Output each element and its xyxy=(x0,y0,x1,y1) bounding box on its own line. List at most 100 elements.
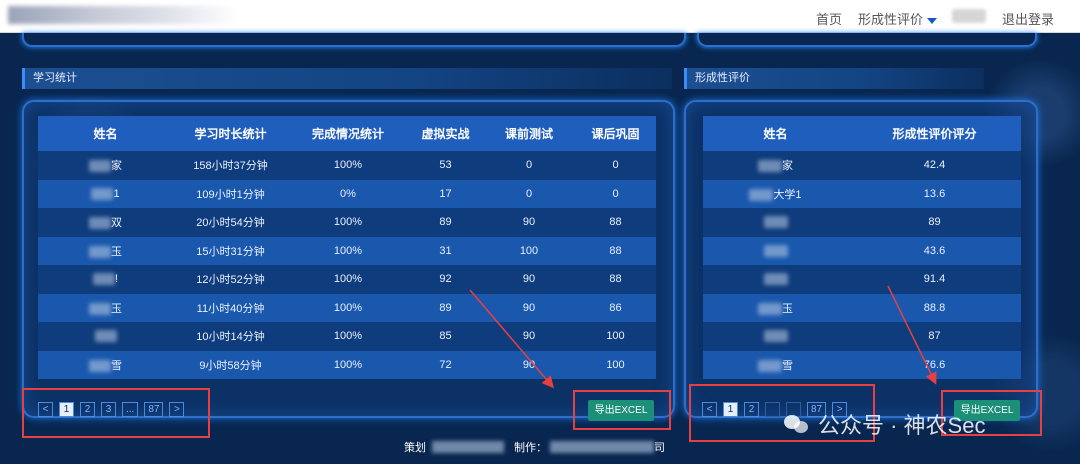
caret-down-icon xyxy=(927,17,938,24)
redacted-name xyxy=(89,302,111,315)
footer-planner-redacted xyxy=(432,441,504,453)
cell-name: 家 xyxy=(38,151,173,180)
col-header-name: 姓名 xyxy=(38,116,173,151)
cell-post: 0 xyxy=(575,151,656,180)
cell-duration: 15小时31分钟 xyxy=(173,236,288,265)
cell-pretest: 90 xyxy=(483,350,575,379)
redacted-name xyxy=(758,160,782,173)
cell-post: 88 xyxy=(575,236,656,265)
cell-name: 雪 xyxy=(38,350,173,379)
redacted-name xyxy=(89,217,111,230)
redacted-name xyxy=(89,245,111,258)
table-row: 10小时14分钟 100% 85 90 100 xyxy=(38,322,656,351)
watermark-text: 公众号 · 神农Sec xyxy=(818,413,986,438)
redacted-name xyxy=(94,330,117,343)
cell-virtual: 17 xyxy=(408,179,483,208)
table-row: 雪 9小时58分钟 100% 72 90 100 xyxy=(38,350,656,379)
table-row: 91.4 xyxy=(703,265,1021,294)
cell-post: 100 xyxy=(575,322,656,351)
section-title-formative-eval: 形成性评价 xyxy=(684,68,984,89)
nav-home-link[interactable]: 首页 xyxy=(816,9,842,28)
redacted-name xyxy=(763,330,788,343)
wechat-icon xyxy=(784,413,810,435)
cell-virtual: 89 xyxy=(408,208,483,237)
table-row: ! 12小时52分钟 100% 92 90 88 xyxy=(38,265,656,294)
cell-name xyxy=(703,208,848,237)
cell-name xyxy=(703,322,848,351)
cell-pretest: 0 xyxy=(483,179,575,208)
cell-name: 1 xyxy=(38,179,173,208)
table-row: 家 42.4 xyxy=(703,151,1021,180)
name-suffix: 雪 xyxy=(111,359,122,372)
cell-completion: 100% xyxy=(288,350,408,379)
footer-maker-label: 制作： xyxy=(514,442,547,454)
footer-maker-redacted xyxy=(550,441,654,453)
table-row: 玉 88.8 xyxy=(703,293,1021,322)
redacted-name xyxy=(89,359,111,372)
cell-duration: 158小时37分钟 xyxy=(173,151,288,180)
name-suffix: 玉 xyxy=(111,245,122,258)
table-row: 1 109小时1分钟 0% 17 0 0 xyxy=(38,179,656,208)
cell-score: 43.6 xyxy=(848,236,1021,265)
cell-name: ! xyxy=(38,265,173,294)
col-header-virtual: 虚拟实战 xyxy=(408,116,483,151)
cell-completion: 100% xyxy=(288,265,408,294)
cell-duration: 9小时58分钟 xyxy=(173,350,288,379)
cell-duration: 10小时14分钟 xyxy=(173,322,288,351)
table-row: 43.6 xyxy=(703,236,1021,265)
cell-completion: 100% xyxy=(288,208,408,237)
cell-duration: 20小时54分钟 xyxy=(173,208,288,237)
site-title-redacted xyxy=(8,6,238,24)
cell-virtual: 85 xyxy=(408,322,483,351)
table-row: 玉 11小时40分钟 100% 89 90 86 xyxy=(38,293,656,322)
name-suffix: 大学1 xyxy=(773,188,802,201)
study-stats-table: 姓名 学习时长统计 完成情况统计 虚拟实战 课前测试 课后巩固 家 158小时37… xyxy=(38,116,656,379)
cell-completion: 100% xyxy=(288,293,408,322)
footer-maker-tail: 司 xyxy=(654,442,665,454)
cell-score: 91.4 xyxy=(848,265,1021,294)
logout-link[interactable]: 退出登录 xyxy=(1002,9,1054,28)
table-row: 玉 15小时31分钟 100% 31 100 88 xyxy=(38,236,656,265)
cell-name xyxy=(703,236,848,265)
name-suffix: 1 xyxy=(113,187,120,200)
cell-name xyxy=(703,265,848,294)
table-row: 89 xyxy=(703,208,1021,237)
user-name-redacted[interactable] xyxy=(952,9,986,23)
cell-name: 玉 xyxy=(703,293,848,322)
cell-name: 雪 xyxy=(703,350,848,379)
cell-completion: 100% xyxy=(288,151,408,180)
upper-panel-right-edge xyxy=(697,33,1037,47)
top-navbar: 首页 形成性评价 退出登录 xyxy=(0,0,1080,33)
cell-virtual: 72 xyxy=(408,350,483,379)
table-row: 家 158小时37分钟 100% 53 0 0 xyxy=(38,151,656,180)
cell-pretest: 90 xyxy=(483,265,575,294)
name-suffix: 玉 xyxy=(111,302,122,315)
cell-name: 家 xyxy=(703,151,848,180)
cell-pretest: 0 xyxy=(483,151,575,180)
redacted-name xyxy=(763,216,788,229)
annotation-box-pagination-left xyxy=(22,388,210,438)
nav-eval-label: 形成性评价 xyxy=(858,12,924,27)
redacted-name xyxy=(763,244,788,257)
redacted-name xyxy=(758,302,782,315)
cell-score: 89 xyxy=(848,208,1021,237)
cell-name: 双 xyxy=(38,208,173,237)
footer-planner-label: 策划 xyxy=(404,442,426,454)
cell-post: 0 xyxy=(575,179,656,208)
cell-duration: 12小时52分钟 xyxy=(173,265,288,294)
cell-post: 88 xyxy=(575,265,656,294)
cell-pretest: 90 xyxy=(483,208,575,237)
section-title-study-stats: 学习统计 xyxy=(22,68,672,89)
name-suffix: 双 xyxy=(111,217,122,230)
cell-virtual: 53 xyxy=(408,151,483,180)
cell-completion: 0% xyxy=(288,179,408,208)
name-suffix: 家 xyxy=(111,160,122,173)
redacted-name xyxy=(763,273,788,286)
cell-duration: 109小时1分钟 xyxy=(173,179,288,208)
name-suffix: 玉 xyxy=(782,302,793,315)
name-suffix: 家 xyxy=(782,160,793,173)
cell-score: 13.6 xyxy=(848,179,1021,208)
cell-virtual: 89 xyxy=(408,293,483,322)
nav-eval-dropdown[interactable]: 形成性评价 xyxy=(858,9,938,28)
formative-eval-table: 姓名 形成性评价评分 家 42.4 大学1 13.6 89 43.6 91.4 玉 88.8 87… xyxy=(703,116,1021,379)
